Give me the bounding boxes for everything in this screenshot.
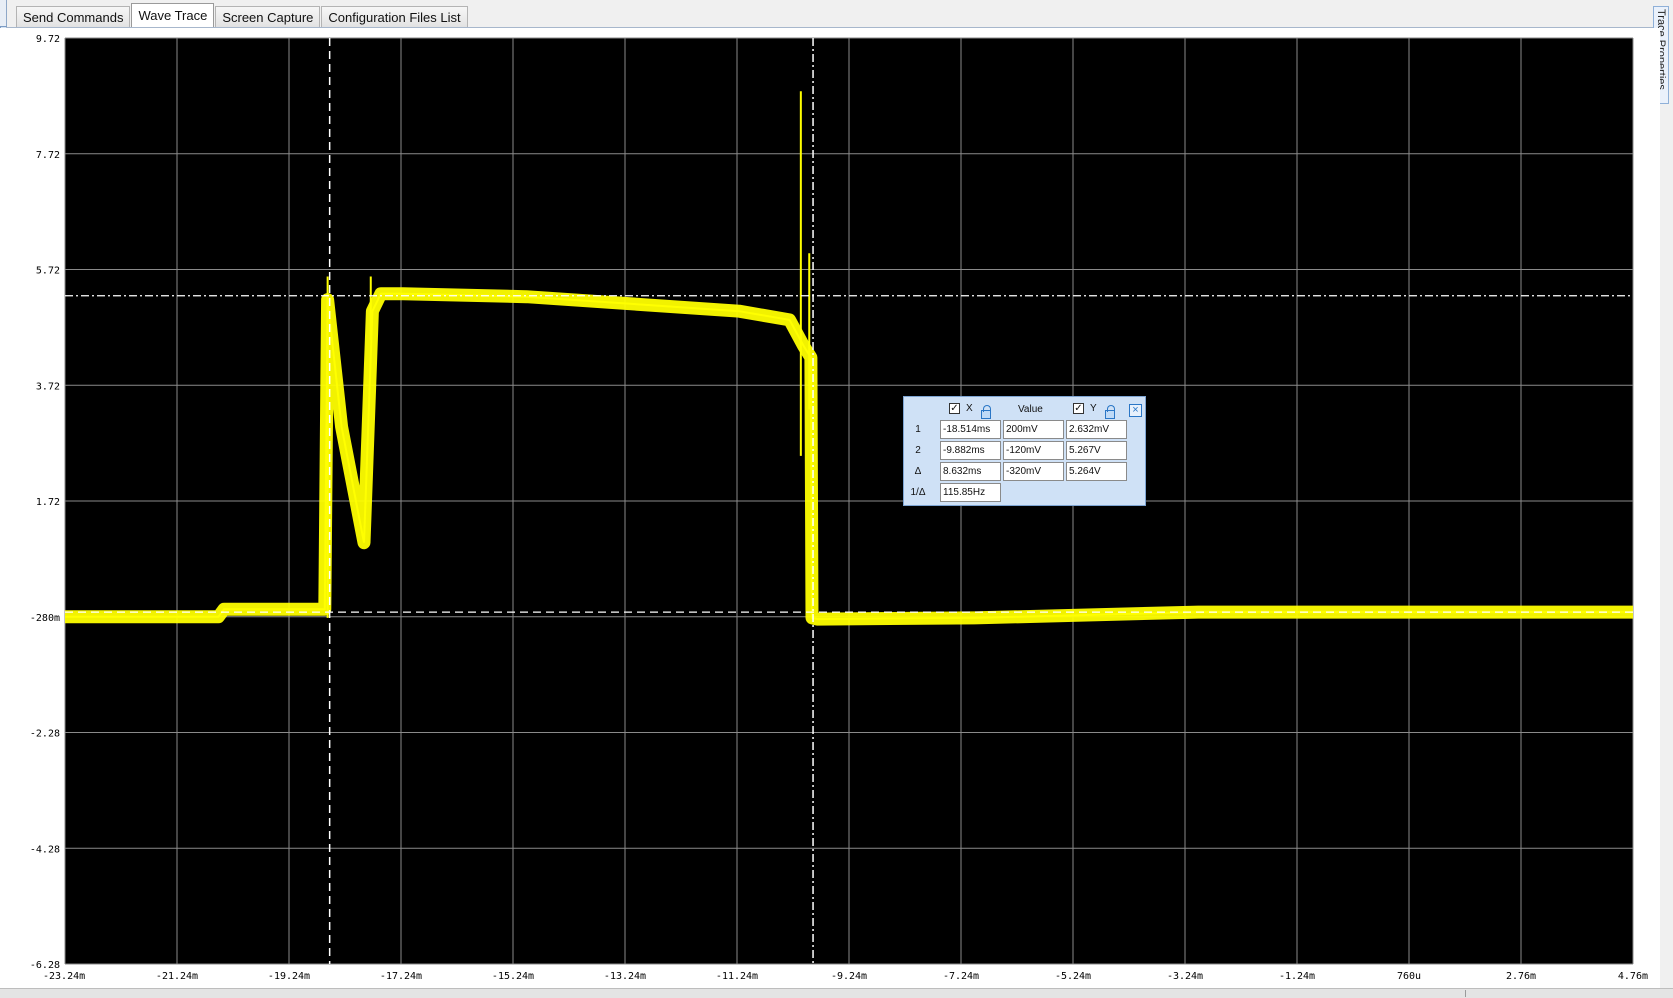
row-label: 1/Δ (910, 487, 926, 498)
cursor1-y-field[interactable]: 2.632mV (1066, 420, 1127, 439)
x-tick-label: -23.24m (43, 971, 85, 982)
y-tick-label: 7.72 (36, 150, 60, 161)
value-column-label: Value (1018, 404, 1043, 415)
x-tick-label: -11.24m (716, 971, 758, 982)
x-column-label: X (966, 403, 973, 414)
y-tick-label: -6.28 (30, 960, 60, 971)
delta-x-field[interactable]: 8.632ms (940, 462, 1001, 481)
delta-y-field[interactable]: 5.264V (1066, 462, 1127, 481)
y-tick-label: -280m (30, 613, 60, 624)
close-icon[interactable]: × (1129, 404, 1142, 417)
delta-value-field[interactable]: -320mV (1003, 462, 1064, 481)
cursor1-x-field[interactable]: -18.514ms (940, 420, 1001, 439)
frequency-field[interactable]: 115.85Hz (940, 483, 1001, 502)
y-lock-icon[interactable] (1105, 405, 1115, 419)
x-tick-label: -21.24m (156, 971, 198, 982)
row-label: 2 (915, 445, 921, 456)
x-lock-icon[interactable] (981, 405, 991, 419)
x-tick-label: -13.24m (604, 971, 646, 982)
cursor1-value-field[interactable]: 200mV (1003, 420, 1064, 439)
x-tick-label: 2.76m (1506, 971, 1536, 982)
x-tick-label: 760u (1397, 971, 1421, 982)
y-tick-label: 9.72 (36, 34, 60, 45)
row-label: Δ (914, 466, 922, 477)
x-tick-label: -7.24m (943, 971, 979, 982)
x-tick-label: -3.24m (1167, 971, 1203, 982)
x-tick-label: -9.24m (831, 971, 867, 982)
y-axis-ticks: 9.72 7.72 5.72 3.72 1.72 -280m -2.28 -4.28 -6.28 (30, 34, 60, 971)
waveform-chart[interactable]: 9.72 7.72 5.72 3.72 1.72 -280m -2.28 -4.28 -6.28… (0, 28, 1660, 988)
x-tick-label: -5.24m (1055, 971, 1091, 982)
cursor2-x-field[interactable]: -9.882ms (940, 441, 1001, 460)
cursor2-value-field[interactable]: -120mV (1003, 441, 1064, 460)
tab-bar: Send Commands Wave Trace Screen Capture … (16, 3, 469, 27)
tab-screen-capture[interactable]: Screen Capture (215, 6, 321, 27)
x-tick-label: -19.24m (268, 971, 310, 982)
y-tick-label: -2.28 (30, 729, 60, 740)
y-tick-label: 5.72 (36, 266, 60, 277)
tab-wave-trace[interactable]: Wave Trace (131, 3, 215, 27)
y-tick-label: -4.28 (30, 844, 60, 855)
x-tick-label: -15.24m (492, 971, 534, 982)
wave-trace-panel: 9.72 7.72 5.72 3.72 1.72 -280m -2.28 -4.28 -6.28… (0, 28, 1660, 988)
row-label: 1 (915, 424, 921, 435)
y-tick-label: 3.72 (36, 381, 60, 392)
x-tick-label: -1.24m (1279, 971, 1315, 982)
x-tick-label: 4.76m (1618, 971, 1648, 982)
x-axis-ticks: -23.24m -21.24m -19.24m -17.24m -15.24m -13.2… (43, 971, 1648, 982)
y-cursor-checkbox[interactable]: ✓ (1073, 403, 1084, 414)
tab-configuration-files-list[interactable]: Configuration Files List (321, 6, 468, 27)
y-tick-label: 1.72 (36, 497, 60, 508)
cursor2-y-field[interactable]: 5.267V (1066, 441, 1127, 460)
status-separator (1465, 990, 1466, 997)
x-cursor-checkbox[interactable]: ✓ (949, 403, 960, 414)
x-tick-label: -17.24m (380, 971, 422, 982)
y-column-label: Y (1090, 403, 1097, 414)
cursor-window-header: ✓ X Value ✓ Y × (904, 403, 1145, 419)
tab-send-commands[interactable]: Send Commands (16, 6, 131, 27)
cursor-measurement-window[interactable]: ✓ X Value ✓ Y × 1 -18.514ms 200mV 2.632m… (903, 396, 1146, 506)
